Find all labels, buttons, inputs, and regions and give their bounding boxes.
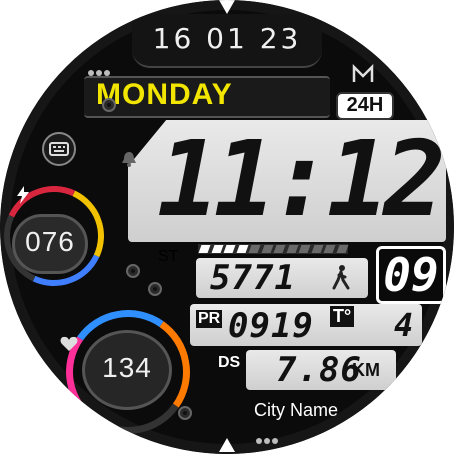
time-text[interactable]: 11:12 [150, 124, 446, 234]
steps-progress-segment [223, 245, 236, 253]
screw-icon [148, 282, 162, 296]
walking-person-icon [330, 264, 352, 292]
steps-progress-segment [298, 245, 311, 253]
steps-progress-segment [286, 245, 298, 253]
pressure-label: PR [196, 310, 223, 328]
distance-value[interactable]: 7.86 [276, 350, 362, 390]
steps-progress-segment [261, 245, 273, 253]
battery-value: 076 [25, 226, 75, 257]
indicator-dot [256, 438, 262, 444]
steps-progress-segment [248, 245, 261, 253]
weekday-text[interactable]: MONDAY [96, 78, 286, 112]
steps-progress-segment [211, 245, 223, 253]
distance-label: DS [218, 354, 241, 371]
temperature-label: T° [330, 306, 355, 327]
steps-progress [198, 244, 348, 254]
pressure-value[interactable]: 0919 [228, 306, 314, 346]
seconds-text: 09 [383, 248, 439, 302]
steps-progress-segment [236, 245, 248, 253]
steps-value[interactable]: 5771 [210, 258, 296, 298]
steps-progress-segment [273, 245, 286, 253]
steps-progress-segment [311, 245, 323, 253]
steps-progress-segment [198, 245, 211, 253]
screw-icon [102, 98, 116, 112]
bell-icon [120, 150, 138, 168]
watch-face: 16 01 23 MONDAY 24H 11:12 ST 5771 09 PR … [0, 0, 454, 454]
distance-unit: KM [352, 360, 380, 380]
heart-icon [60, 336, 78, 352]
indicator-dot [264, 438, 270, 444]
screw-icon [126, 264, 140, 278]
temperature-value[interactable]: 4 [394, 306, 414, 344]
date-text: 16 01 23 [152, 22, 302, 55]
indicator-dot [272, 438, 278, 444]
heart-value: 134 [102, 352, 152, 383]
top-marker-icon [219, 0, 235, 14]
steps-progress-segment [336, 245, 348, 253]
screw-icon [178, 406, 192, 420]
bottom-marker-icon [219, 438, 235, 452]
format-badge-text: 24H [346, 94, 384, 116]
keyboard-icon[interactable] [42, 132, 76, 166]
city-name: City Name [254, 400, 339, 420]
lightning-icon [16, 186, 30, 204]
steps-progress-segment [323, 245, 336, 253]
steps-label: ST [158, 248, 179, 265]
